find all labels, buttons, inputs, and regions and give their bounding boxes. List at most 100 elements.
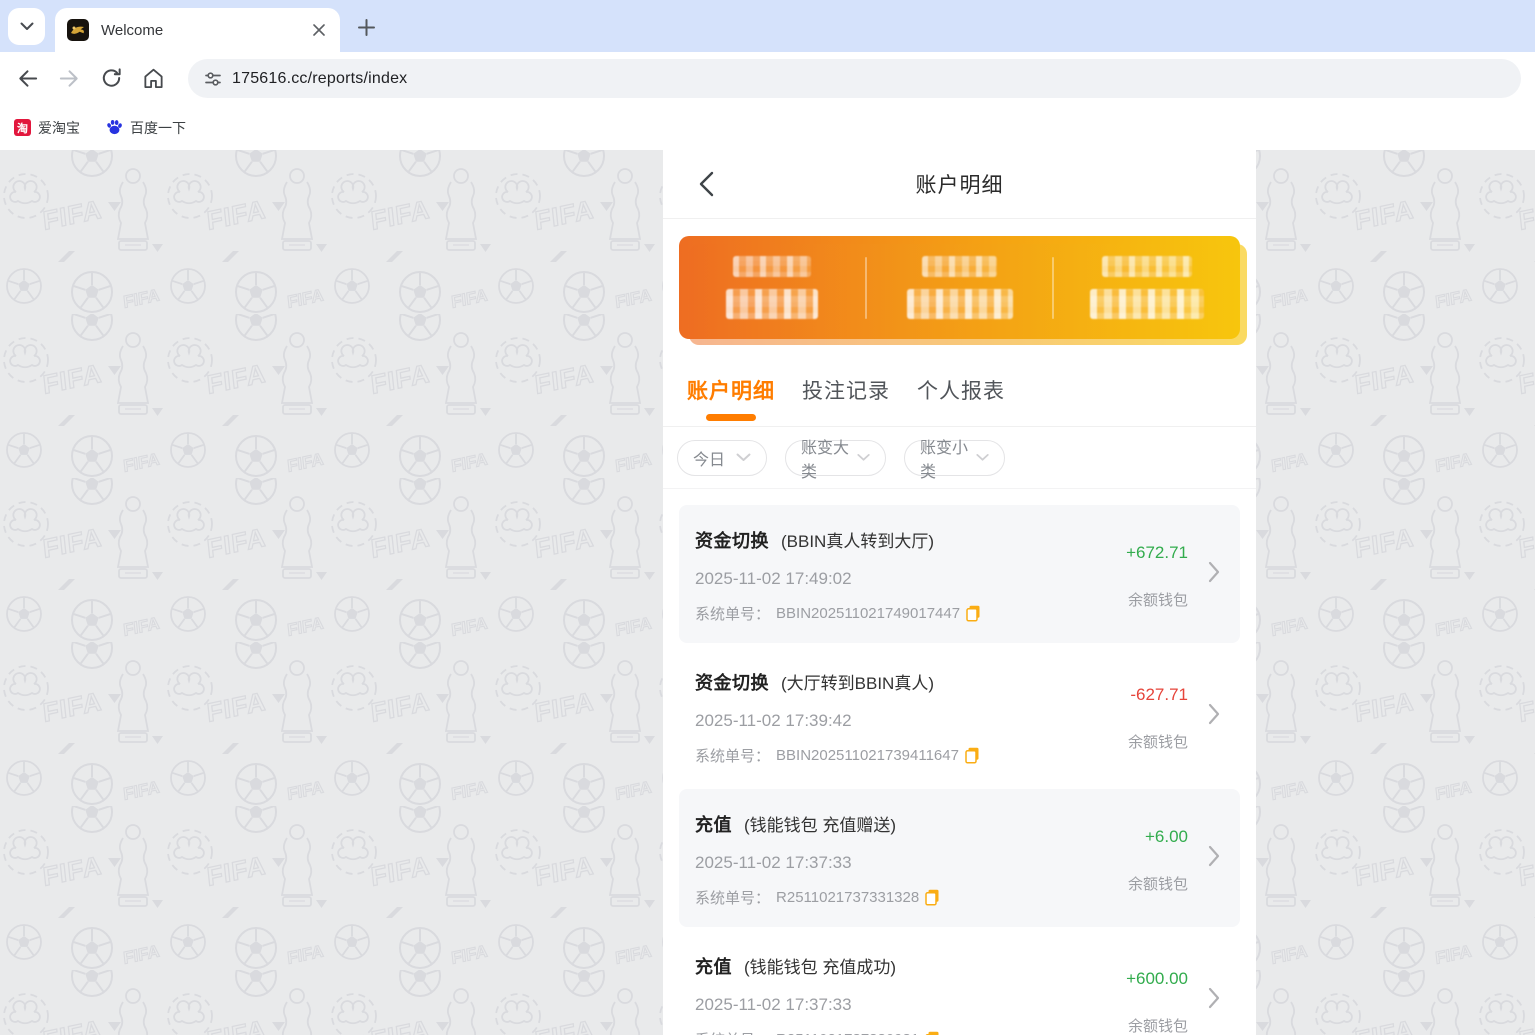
filter-minor-category-dropdown[interactable]: 账变小类 [904,440,1005,476]
censored-label [922,256,997,277]
order-number-value: R2511021737331328 [776,889,919,906]
chevron-down-icon [976,453,989,462]
wallet-label: 余额钱包 [1126,1015,1188,1035]
filter-label: 今日 [693,446,725,470]
back-arrow-icon [16,67,39,90]
copy-icon[interactable] [925,889,940,906]
copy-icon[interactable] [966,605,981,622]
forward-button[interactable] [48,58,90,100]
chevron-left-icon [699,171,714,197]
balance-column [867,236,1053,339]
wallet-label: 余额钱包 [1126,589,1188,610]
chevron-right-icon [1208,987,1220,1009]
reload-icon [100,67,123,90]
censored-value [726,289,818,319]
address-bar[interactable]: 175616.cc/reports/index [188,59,1521,98]
censored-label [733,256,811,277]
censored-value [907,289,1013,319]
transaction-row[interactable]: 充值 (钱能钱包 充值成功) 2025-11-02 17:37:33 系统单号：… [679,931,1240,1035]
bookmark-taobao[interactable]: 淘 爱淘宝 [14,118,80,138]
tab-search-button[interactable] [8,8,45,45]
wallet-label: 余额钱包 [1128,873,1188,894]
tab-personal-report[interactable]: 个人报表 [917,353,1005,426]
balance-column [679,236,865,339]
plus-icon [358,19,375,36]
transaction-amount: +672.71 [1126,543,1188,563]
chevron-right-icon [1208,703,1220,725]
order-number-value: R2511021737330931 [776,1031,919,1035]
order-number-value: BBIN202511021749017447 [776,605,960,622]
home-icon [142,67,165,90]
transaction-amount: -627.71 [1128,685,1188,705]
wallet-label: 余额钱包 [1128,731,1188,752]
transaction-detail: (钱能钱包 充值成功) [744,953,896,978]
forward-arrow-icon [58,67,81,90]
censored-label [1102,256,1192,277]
chevron-down-icon [857,453,870,462]
order-number-label: 系统单号： [695,887,770,908]
transaction-row[interactable]: 资金切换 (大厅转到BBIN真人) 2025-11-02 17:39:42 系统… [679,647,1240,785]
filter-date-dropdown[interactable]: 今日 [677,440,767,476]
taobao-icon: 淘 [14,119,31,136]
bookmark-baidu[interactable]: 百度一下 [106,118,186,138]
transaction-amount: +600.00 [1126,969,1188,989]
tab-title: Welcome [101,22,310,39]
browser-tab[interactable]: Welcome [55,8,340,52]
chevron-down-icon [736,453,751,462]
transaction-list: 资金切换 (BBIN真人转到大厅) 2025-11-02 17:49:02 系统… [663,489,1256,1035]
order-number-value: BBIN202511021739411647 [776,747,959,764]
browser-toolbar: 175616.cc/reports/index [0,52,1535,105]
site-favicon [67,19,89,41]
chevron-right-icon [1208,845,1220,867]
balance-summary-card [679,236,1240,339]
transaction-type: 资金切换 [695,527,769,553]
bookmarks-bar: 淘 爱淘宝 百度一下 [0,105,1535,150]
transaction-detail: (BBIN真人转到大厅) [781,527,934,552]
app-header: 账户明细 [663,150,1256,219]
transaction-type: 充值 [695,811,732,837]
copy-icon[interactable] [965,747,980,764]
home-button[interactable] [132,58,174,100]
page-viewport: FIFA [0,150,1535,1035]
filter-major-category-dropdown[interactable]: 账变大类 [785,440,886,476]
copy-icon[interactable] [925,1031,940,1035]
page-title: 账户明细 [916,169,1004,199]
transaction-detail: (大厅转到BBIN真人) [781,669,934,694]
bookmark-label: 爱淘宝 [38,118,80,138]
order-number-label: 系统单号： [695,1029,770,1035]
reload-button[interactable] [90,58,132,100]
transaction-datetime: 2025-11-02 17:37:33 [695,853,1120,873]
baidu-paw-icon [106,119,123,136]
site-settings-icon[interactable] [204,70,222,88]
order-number-label: 系统单号： [695,745,770,766]
transaction-datetime: 2025-11-02 17:39:42 [695,711,1120,731]
back-navigation-button[interactable] [691,168,721,200]
transaction-type: 资金切换 [695,669,769,695]
transaction-detail: (钱能钱包 充值赠送) [744,811,896,836]
section-tabs: 账户明细 投注记录 个人报表 [663,339,1256,427]
filter-label: 账变小类 [920,434,976,482]
transaction-datetime: 2025-11-02 17:37:33 [695,995,1120,1015]
filter-label: 账变大类 [801,434,857,482]
transaction-row[interactable]: 资金切换 (BBIN真人转到大厅) 2025-11-02 17:49:02 系统… [679,505,1240,643]
transaction-type: 充值 [695,953,732,979]
browser-window: Welcome [0,0,1535,1035]
back-button[interactable] [6,58,48,100]
order-number-label: 系统单号： [695,603,770,624]
transaction-row[interactable]: 充值 (钱能钱包 充值赠送) 2025-11-02 17:37:33 系统单号：… [679,789,1240,927]
filters-row: 今日 账变大类 账变小类 [663,427,1256,489]
account-detail-panel: 账户明细 账户明细 投注记录 [663,150,1256,1035]
chevron-right-icon [1208,561,1220,583]
balance-column [1054,236,1240,339]
transaction-datetime: 2025-11-02 17:49:02 [695,569,1120,589]
tab-close-icon[interactable] [310,21,328,39]
censored-value [1090,289,1204,319]
tab-strip: Welcome [0,0,1535,52]
tab-bet-records[interactable]: 投注记录 [802,353,890,426]
new-tab-button[interactable] [352,13,380,41]
transaction-amount: +6.00 [1128,827,1188,847]
bookmark-label: 百度一下 [130,118,186,138]
tab-account-detail[interactable]: 账户明细 [687,353,775,426]
chevron-down-icon [20,22,34,31]
url-text[interactable]: 175616.cc/reports/index [232,70,407,88]
